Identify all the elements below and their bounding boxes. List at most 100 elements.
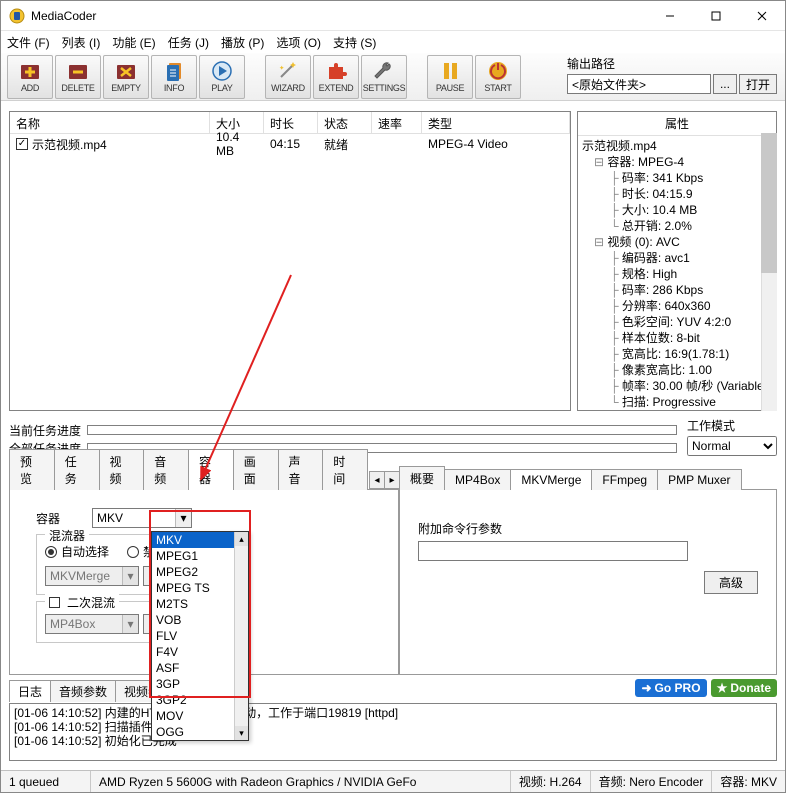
menu-support[interactable]: 支持 (S): [333, 34, 376, 51]
settings-button[interactable]: SETTINGS: [361, 55, 407, 99]
secondary-combo[interactable]: MP4Box▾: [45, 614, 139, 634]
tab-audio-params[interactable]: 音频参数: [50, 680, 116, 702]
container-combo[interactable]: MKV ▾: [92, 508, 192, 528]
properties-panel: 属性 示范视频.mp4 ⊟ 容器: MPEG-4 ├ 码率: 341 Kbps …: [577, 111, 777, 411]
extend-button[interactable]: EXTEND: [313, 55, 359, 99]
properties-scrollbar[interactable]: [761, 133, 777, 411]
status-audio: 音频: Nero Encoder: [591, 771, 713, 792]
tab-summary[interactable]: 概要: [399, 466, 445, 490]
empty-button[interactable]: EMPTY: [103, 55, 149, 99]
col-rate[interactable]: 速率: [372, 112, 422, 133]
minus-icon: [65, 60, 91, 82]
status-video: 视频: H.264: [511, 771, 591, 792]
menu-func[interactable]: 功能 (E): [112, 34, 155, 51]
properties-header: 属性: [578, 112, 776, 136]
row-type: MPEG-4 Video: [422, 137, 570, 151]
tab-scroll-right[interactable]: ▸: [384, 471, 400, 489]
col-duration[interactable]: 时长: [264, 112, 318, 133]
tab-sound[interactable]: 声音: [278, 449, 324, 490]
tab-scroll-left[interactable]: ◂: [369, 471, 385, 489]
output-path-label: 输出路径: [567, 55, 777, 72]
tab-log[interactable]: 日志: [9, 680, 51, 702]
log-box[interactable]: [01-06 14:10:52] 内建的HTTP服务器已经启动，工作于端口198…: [9, 703, 777, 761]
col-name[interactable]: 名称: [10, 112, 210, 133]
file-list[interactable]: 名称 大小 时长 状态 速率 类型 ✓示范视频.mp4 10.4 MB 04:1…: [9, 111, 571, 411]
window-title: MediaCoder: [31, 9, 647, 23]
status-container: 容器: MKV: [712, 771, 785, 792]
browse-button[interactable]: ...: [713, 74, 737, 94]
arrow-icon: ➜: [641, 681, 651, 695]
container-field-label: 容器: [36, 510, 80, 527]
info-icon: [161, 60, 187, 82]
row-size: 10.4 MB: [210, 130, 264, 158]
col-status[interactable]: 状态: [318, 112, 372, 133]
log-line: [01-06 14:10:52] 扫描插件: [14, 720, 772, 734]
close-button[interactable]: [739, 1, 785, 31]
maximize-button[interactable]: [693, 1, 739, 31]
play-icon: [209, 60, 235, 82]
menu-list[interactable]: 列表 (I): [62, 34, 101, 51]
menu-options[interactable]: 选项 (O): [276, 34, 321, 51]
menu-task[interactable]: 任务 (J): [168, 34, 209, 51]
right-tab-row: 概要 MP4Box MKVMerge FFmpeg PMP Muxer: [399, 467, 777, 489]
tab-task[interactable]: 任务: [54, 449, 100, 490]
workmode-select[interactable]: Normal: [687, 436, 777, 456]
donate-badge[interactable]: ★Donate: [711, 679, 777, 697]
mkvmerge-panel: 附加命令行参数 高级: [400, 490, 776, 608]
extra-args-input[interactable]: [418, 541, 688, 561]
minimize-button[interactable]: [647, 1, 693, 31]
bottom-area: 日志 音频参数 视频参数 ➜Go PRO ★Donate [01-06 14:1…: [9, 679, 777, 761]
output-path-field[interactable]: <原始文件夹>: [567, 74, 711, 94]
open-button[interactable]: 打开: [739, 74, 777, 94]
clear-icon: [113, 60, 139, 82]
row-duration: 04:15: [264, 137, 318, 151]
left-tab-row: 预览 任务 视频 音频 容器 画面 声音 时间 ◂▸: [9, 467, 399, 489]
titlebar: MediaCoder: [1, 1, 785, 31]
tab-preview[interactable]: 预览: [9, 449, 55, 490]
advanced-button[interactable]: 高级: [704, 571, 758, 594]
go-pro-badge[interactable]: ➜Go PRO: [635, 679, 706, 697]
dropdown-scrollbar[interactable]: ▴▾: [234, 532, 248, 740]
tab-video[interactable]: 视频: [99, 449, 145, 490]
menu-play[interactable]: 播放 (P): [221, 34, 264, 51]
pause-button[interactable]: PAUSE: [427, 55, 473, 99]
file-row[interactable]: ✓示范视频.mp4 10.4 MB 04:15 就绪 MPEG-4 Video: [10, 134, 570, 154]
workmode-group: 工作模式 Normal: [687, 417, 777, 456]
row-name: 示范视频.mp4: [32, 136, 107, 153]
log-line: [01-06 14:10:52] 内建的HTTP服务器已经启动，工作于端口198…: [14, 706, 772, 720]
tab-ffmpeg[interactable]: FFmpeg: [591, 469, 658, 490]
tab-pmpmuxer[interactable]: PMP Muxer: [657, 469, 741, 490]
container-dropdown-list[interactable]: MKV MPEG1 MPEG2 MPEG TS M2TS VOB FLV F4V…: [151, 531, 249, 741]
settings-tabs-area: 预览 任务 视频 音频 容器 画面 声音 时间 ◂▸ 容器 MKV ▾: [9, 467, 777, 677]
pause-icon: [437, 60, 463, 82]
secondary-checkbox[interactable]: [49, 597, 60, 608]
tab-time[interactable]: 时间: [322, 449, 368, 490]
muxer-combo[interactable]: MKVMerge▾: [45, 566, 139, 586]
tab-mkvmerge[interactable]: MKVMerge: [510, 469, 592, 490]
info-button[interactable]: INFO: [151, 55, 197, 99]
status-cpu: AMD Ryzen 5 5600G with Radeon Graphics /…: [91, 771, 511, 792]
properties-body[interactable]: 示范视频.mp4 ⊟ 容器: MPEG-4 ├ 码率: 341 Kbps ├ 时…: [578, 136, 776, 410]
plus-icon: [17, 60, 43, 82]
play-button[interactable]: PLAY: [199, 55, 245, 99]
delete-button[interactable]: DELETE: [55, 55, 101, 99]
extra-args-label: 附加命令行参数: [418, 520, 758, 537]
wizard-button[interactable]: WIZARD: [265, 55, 311, 99]
auto-select-radio[interactable]: 自动选择: [45, 543, 109, 560]
log-line: [01-06 14:10:52] 初始化已完成: [14, 734, 772, 748]
workmode-label: 工作模式: [687, 417, 777, 434]
col-type[interactable]: 类型: [422, 112, 570, 133]
row-checkbox[interactable]: ✓: [16, 138, 28, 150]
row-status: 就绪: [318, 136, 372, 153]
star-icon: ★: [717, 681, 728, 695]
tab-audio[interactable]: 音频: [143, 449, 189, 490]
tab-mp4box[interactable]: MP4Box: [444, 469, 511, 490]
start-icon: [485, 60, 511, 82]
tab-container[interactable]: 容器: [188, 449, 234, 490]
tab-picture[interactable]: 画面: [233, 449, 279, 490]
status-bar: 1 queued AMD Ryzen 5 5600G with Radeon G…: [1, 770, 785, 792]
add-button[interactable]: ADD: [7, 55, 53, 99]
menu-file[interactable]: 文件 (F): [7, 34, 50, 51]
start-button[interactable]: START: [475, 55, 521, 99]
wrench-icon: [371, 60, 397, 82]
